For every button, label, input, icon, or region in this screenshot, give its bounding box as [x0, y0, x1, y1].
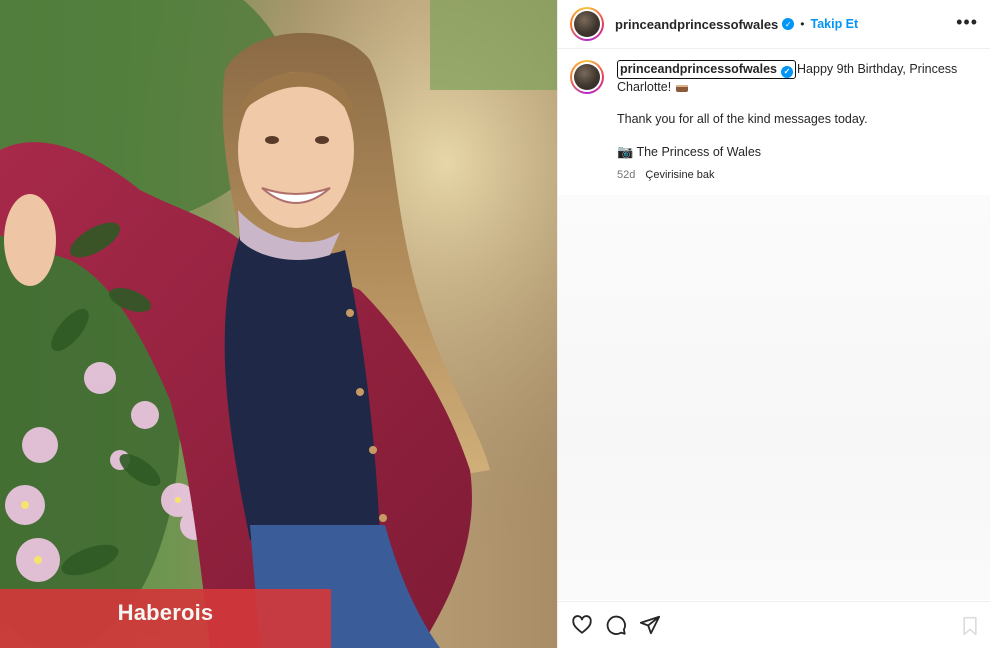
verified-badge-icon: ✓ [781, 65, 794, 78]
caption-avatar[interactable] [570, 60, 604, 94]
photo-credit-text: The Princess of Wales [636, 145, 762, 159]
avatar[interactable] [570, 7, 604, 41]
caption-username-text: princeandprincessofwales [620, 62, 778, 76]
follow-button[interactable]: Takip Et [810, 17, 858, 31]
watermark-label: Haberois [117, 600, 214, 625]
caption-meta: 52d Çevirisine bak [617, 167, 970, 184]
more-options-icon[interactable]: ••• [956, 12, 978, 33]
caption-text-2: Thank you for all of the kind messages t… [617, 112, 868, 126]
heart-icon[interactable] [571, 614, 593, 636]
post-caption: princeandprincessofwales ✓ Happy 9th Birth… [570, 60, 970, 184]
comments-area[interactable] [558, 195, 990, 600]
post-photo[interactable]: Haberois [0, 0, 557, 648]
bookmark-icon[interactable] [961, 616, 979, 636]
photo-credit: 📷 The Princess of Wales [617, 143, 970, 161]
see-translation-link[interactable]: Çevirisine bak [645, 169, 714, 181]
post-details-panel: princeandprincessofwales ✓ • Takip Et ••… [557, 0, 990, 648]
watermark-banner: Haberois [0, 589, 331, 648]
post-actions-bar [558, 601, 990, 648]
share-icon[interactable] [639, 614, 661, 636]
post-username[interactable]: princeandprincessofwales [615, 17, 778, 32]
separator-dot: • [800, 17, 805, 31]
camera-icon: 📷 [617, 144, 634, 159]
verified-badge-icon: ✓ [782, 18, 795, 30]
post-age[interactable]: 52d [617, 169, 635, 181]
post-header: princeandprincessofwales ✓ • Takip Et ••… [558, 0, 990, 49]
cake-emoji-icon [675, 85, 688, 92]
comment-icon[interactable] [605, 614, 627, 636]
caption-username[interactable]: princeandprincessofwales ✓ [617, 60, 797, 79]
photo-illustration [0, 0, 557, 648]
